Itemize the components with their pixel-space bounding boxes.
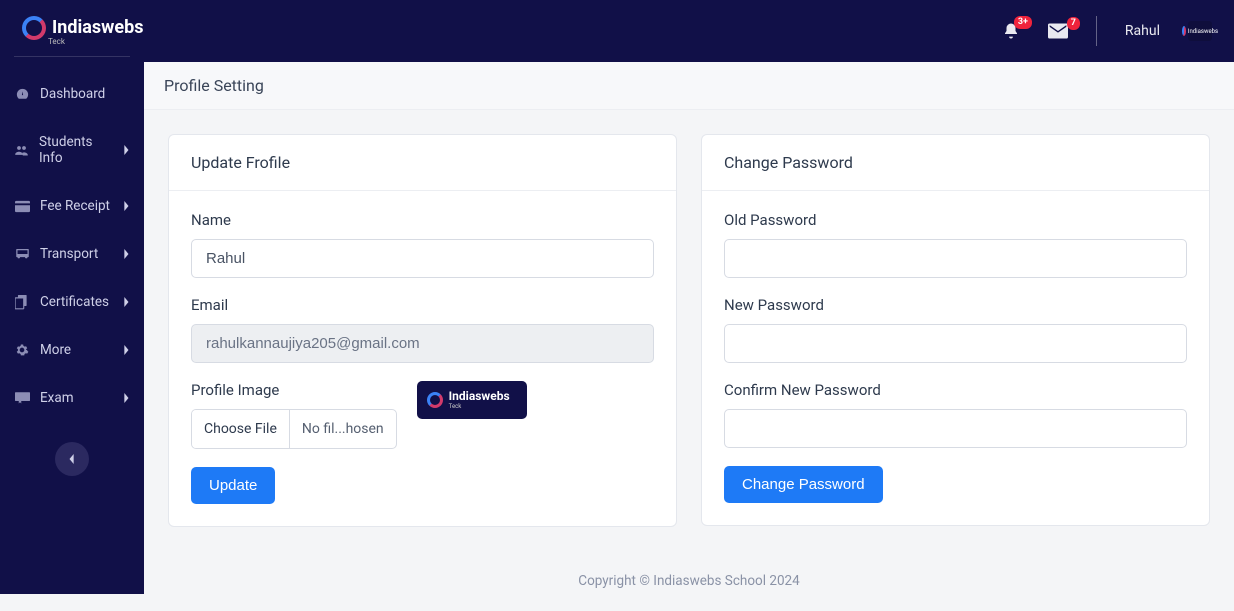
notifications-button[interactable]: 3+ xyxy=(1002,22,1020,40)
sidebar-item-label: Dashboard xyxy=(40,86,105,102)
name-input[interactable] xyxy=(191,239,654,278)
sidebar-item-dashboard[interactable]: Dashboard xyxy=(0,70,144,118)
footer-text: Copyright © Indiaswebs School 2024 xyxy=(144,551,1234,611)
gear-icon xyxy=(14,343,30,357)
envelope-icon xyxy=(1048,23,1068,39)
brand-subtext: Teck xyxy=(48,37,143,46)
new-password-label: New Password xyxy=(724,296,1187,314)
profile-image-picker[interactable]: Choose File No fil...hosen xyxy=(191,409,397,449)
sidebar-item-label: Certificates xyxy=(40,294,109,310)
email-input xyxy=(191,324,654,363)
preview-brand-name: Indiaswebs xyxy=(449,390,510,402)
gauge-icon xyxy=(14,87,30,102)
preview-logo-icon xyxy=(427,392,443,408)
confirm-password-input[interactable] xyxy=(724,409,1187,448)
profile-image-label: Profile Image xyxy=(191,381,397,399)
sidebar-item-students-info[interactable]: Students Info xyxy=(0,118,144,182)
sidebar-collapse-button[interactable] xyxy=(55,442,89,476)
brand-divider xyxy=(14,56,130,57)
change-password-card: Change Password Old Password New Passwor… xyxy=(701,134,1210,526)
sidebar-item-label: Transport xyxy=(40,246,98,262)
brand-logo-icon xyxy=(22,16,46,40)
email-label: Email xyxy=(191,296,654,314)
avatar-logo-icon xyxy=(1182,26,1186,36)
sidebar-item-label: Students Info xyxy=(39,134,112,166)
chevron-right-icon xyxy=(122,297,130,307)
avatar-brand-text: Indiaswebs xyxy=(1188,28,1218,35)
chevron-right-icon xyxy=(122,145,130,155)
name-label: Name xyxy=(191,211,654,229)
old-password-label: Old Password xyxy=(724,211,1187,229)
bus-icon xyxy=(14,247,30,261)
users-icon xyxy=(14,143,29,158)
change-password-title: Change Password xyxy=(702,135,1209,191)
sidebar-item-label: More xyxy=(40,342,71,358)
chevron-right-icon xyxy=(122,249,130,259)
sidebar-item-fee-receipt[interactable]: Fee Receipt xyxy=(0,182,144,230)
sidebar-item-label: Exam xyxy=(40,390,74,406)
user-avatar[interactable]: Indiaswebs xyxy=(1188,21,1212,41)
card-icon xyxy=(14,200,30,213)
chevron-left-icon xyxy=(68,454,76,464)
notifications-badge: 3+ xyxy=(1014,16,1032,29)
sidebar: Dashboard Students Info Fee Receipt Tran… xyxy=(0,0,144,594)
choose-file-button[interactable]: Choose File xyxy=(192,410,290,448)
chalkboard-icon xyxy=(14,392,30,405)
page-title: Profile Setting xyxy=(144,62,1234,110)
old-password-input[interactable] xyxy=(724,239,1187,278)
messages-badge: 7 xyxy=(1067,17,1080,30)
chevron-right-icon xyxy=(122,201,130,211)
change-password-button[interactable]: Change Password xyxy=(724,466,883,503)
update-profile-title: Update Frofile xyxy=(169,135,676,191)
brand-name: Indiaswebs xyxy=(52,19,143,37)
messages-button[interactable]: 7 xyxy=(1048,23,1068,39)
sidebar-item-certificates[interactable]: Certificates xyxy=(0,278,144,326)
copy-icon xyxy=(14,295,30,310)
preview-brand-sub: Teck xyxy=(449,403,510,410)
sidebar-item-more[interactable]: More xyxy=(0,326,144,374)
brand-logo[interactable]: Indiaswebs Teck xyxy=(22,16,143,46)
sidebar-item-transport[interactable]: Transport xyxy=(0,230,144,278)
profile-image-preview: Indiaswebs Teck xyxy=(417,381,527,419)
chevron-right-icon xyxy=(122,393,130,403)
sidebar-item-label: Fee Receipt xyxy=(40,198,110,214)
update-profile-card: Update Frofile Name Email Profile Image xyxy=(168,134,677,527)
current-user-name: Rahul xyxy=(1125,23,1160,39)
sidebar-item-exam[interactable]: Exam xyxy=(0,374,144,422)
chosen-file-text: No fil...hosen xyxy=(290,410,396,448)
update-button[interactable]: Update xyxy=(191,467,275,504)
topbar-divider xyxy=(1096,16,1097,46)
confirm-password-label: Confirm New Password xyxy=(724,381,1187,399)
new-password-input[interactable] xyxy=(724,324,1187,363)
chevron-right-icon xyxy=(122,345,130,355)
